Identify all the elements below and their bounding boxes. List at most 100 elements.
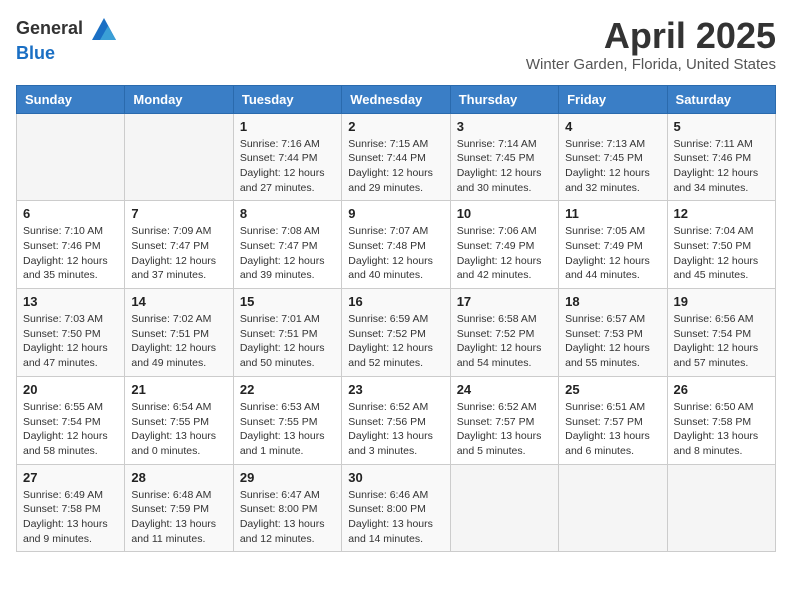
day-info: Sunrise: 6:48 AM Sunset: 7:59 PM Dayligh… [131, 488, 226, 547]
calendar-cell: 12 Sunrise: 7:04 AM Sunset: 7:50 PM Dayli… [667, 201, 775, 289]
day-info: Sunrise: 6:54 AM Sunset: 7:55 PM Dayligh… [131, 400, 226, 459]
day-number: 26 [674, 382, 769, 397]
logo-general: General [16, 16, 118, 44]
day-number: 7 [131, 206, 226, 221]
day-number: 4 [565, 119, 660, 134]
day-number: 24 [457, 382, 552, 397]
week-row-3: 13 Sunrise: 7:03 AM Sunset: 7:50 PM Dayli… [17, 289, 776, 377]
calendar-cell: 10 Sunrise: 7:06 AM Sunset: 7:49 PM Dayli… [450, 201, 558, 289]
day-info: Sunrise: 6:57 AM Sunset: 7:53 PM Dayligh… [565, 312, 660, 371]
day-info: Sunrise: 6:52 AM Sunset: 7:56 PM Dayligh… [348, 400, 443, 459]
day-number: 16 [348, 294, 443, 309]
calendar-cell: 29Sunrise: 6:47 AM Sunset: 8:00 PM Dayli… [233, 464, 341, 552]
calendar-cell: 30 Sunrise: 6:46 AM Sunset: 8:00 PM Dayli… [342, 464, 450, 552]
weekday-header-monday: Monday [125, 85, 233, 113]
calendar-cell [559, 464, 667, 552]
calendar-cell: 14Sunrise: 7:02 AM Sunset: 7:51 PM Dayli… [125, 289, 233, 377]
calendar-cell: 5 Sunrise: 7:11 AM Sunset: 7:46 PM Daylig… [667, 113, 775, 201]
calendar-cell: 13 Sunrise: 7:03 AM Sunset: 7:50 PM Dayli… [17, 289, 125, 377]
weekday-header-sunday: Sunday [17, 85, 125, 113]
calendar-cell: 7 Sunrise: 7:09 AM Sunset: 7:47 PM Daylig… [125, 201, 233, 289]
day-number: 20 [23, 382, 118, 397]
week-row-5: 27 Sunrise: 6:49 AM Sunset: 7:58 PM Dayli… [17, 464, 776, 552]
logo-blue: Blue [16, 44, 118, 64]
week-row-4: 20 Sunrise: 6:55 AM Sunset: 7:54 PM Dayli… [17, 376, 776, 464]
day-number: 10 [457, 206, 552, 221]
day-number: 6 [23, 206, 118, 221]
day-number: 14 [131, 294, 226, 309]
calendar-cell [17, 113, 125, 201]
title-section: April 2025 Winter Garden, Florida, Unite… [526, 16, 776, 73]
week-row-2: 6 Sunrise: 7:10 AM Sunset: 7:46 PM Daylig… [17, 201, 776, 289]
day-info: Sunrise: 7:04 AM Sunset: 7:50 PM Dayligh… [674, 224, 769, 283]
day-info: Sunrise: 7:10 AM Sunset: 7:46 PM Dayligh… [23, 224, 118, 283]
day-number: 28 [131, 470, 226, 485]
day-info: Sunrise: 7:07 AM Sunset: 7:48 PM Dayligh… [348, 224, 443, 283]
calendar-cell: 11Sunrise: 7:05 AM Sunset: 7:49 PM Dayli… [559, 201, 667, 289]
day-info: Sunrise: 6:51 AM Sunset: 7:57 PM Dayligh… [565, 400, 660, 459]
day-number: 27 [23, 470, 118, 485]
day-number: 12 [674, 206, 769, 221]
day-info: Sunrise: 7:16 AM Sunset: 7:44 PM Dayligh… [240, 137, 335, 196]
calendar-cell: 3 Sunrise: 7:14 AM Sunset: 7:45 PM Daylig… [450, 113, 558, 201]
calendar-cell [667, 464, 775, 552]
day-info: Sunrise: 7:01 AM Sunset: 7:51 PM Dayligh… [240, 312, 335, 371]
calendar-cell: 28 Sunrise: 6:48 AM Sunset: 7:59 PM Dayli… [125, 464, 233, 552]
calendar-cell: 4 Sunrise: 7:13 AM Sunset: 7:45 PM Daylig… [559, 113, 667, 201]
calendar-cell: 15 Sunrise: 7:01 AM Sunset: 7:51 PM Dayli… [233, 289, 341, 377]
calendar-cell: 26 Sunrise: 6:50 AM Sunset: 7:58 PM Dayli… [667, 376, 775, 464]
calendar-cell: 17 Sunrise: 6:58 AM Sunset: 7:52 PM Dayli… [450, 289, 558, 377]
day-info: Sunrise: 7:03 AM Sunset: 7:50 PM Dayligh… [23, 312, 118, 371]
day-info: Sunrise: 7:08 AM Sunset: 7:47 PM Dayligh… [240, 224, 335, 283]
day-info: Sunrise: 7:09 AM Sunset: 7:47 PM Dayligh… [131, 224, 226, 283]
calendar-cell: 6 Sunrise: 7:10 AM Sunset: 7:46 PM Daylig… [17, 201, 125, 289]
calendar-cell: 18 Sunrise: 6:57 AM Sunset: 7:53 PM Dayli… [559, 289, 667, 377]
day-info: Sunrise: 7:15 AM Sunset: 7:44 PM Dayligh… [348, 137, 443, 196]
calendar-cell: 2Sunrise: 7:15 AM Sunset: 7:44 PM Daylig… [342, 113, 450, 201]
day-number: 18 [565, 294, 660, 309]
day-number: 15 [240, 294, 335, 309]
calendar-cell: 19 Sunrise: 6:56 AM Sunset: 7:54 PM Dayli… [667, 289, 775, 377]
day-info: Sunrise: 6:55 AM Sunset: 7:54 PM Dayligh… [23, 400, 118, 459]
logo-icon [90, 16, 118, 44]
day-info: Sunrise: 6:46 AM Sunset: 8:00 PM Dayligh… [348, 488, 443, 547]
day-info: Sunrise: 6:50 AM Sunset: 7:58 PM Dayligh… [674, 400, 769, 459]
day-number: 13 [23, 294, 118, 309]
calendar-cell: 1 Sunrise: 7:16 AM Sunset: 7:44 PM Daylig… [233, 113, 341, 201]
calendar-cell: 23 Sunrise: 6:52 AM Sunset: 7:56 PM Dayli… [342, 376, 450, 464]
day-info: Sunrise: 7:13 AM Sunset: 7:45 PM Dayligh… [565, 137, 660, 196]
day-info: Sunrise: 7:06 AM Sunset: 7:49 PM Dayligh… [457, 224, 552, 283]
day-number: 21 [131, 382, 226, 397]
week-row-1: 1 Sunrise: 7:16 AM Sunset: 7:44 PM Daylig… [17, 113, 776, 201]
day-info: Sunrise: 6:47 AM Sunset: 8:00 PM Dayligh… [240, 488, 335, 547]
day-info: Sunrise: 7:11 AM Sunset: 7:46 PM Dayligh… [674, 137, 769, 196]
weekday-header-wednesday: Wednesday [342, 85, 450, 113]
location: Winter Garden, Florida, United States [526, 56, 776, 73]
day-info: Sunrise: 7:14 AM Sunset: 7:45 PM Dayligh… [457, 137, 552, 196]
calendar-cell: 9 Sunrise: 7:07 AM Sunset: 7:48 PM Daylig… [342, 201, 450, 289]
calendar-cell: 16 Sunrise: 6:59 AM Sunset: 7:52 PM Dayli… [342, 289, 450, 377]
weekday-header-friday: Friday [559, 85, 667, 113]
day-number: 9 [348, 206, 443, 221]
calendar-cell: 27 Sunrise: 6:49 AM Sunset: 7:58 PM Dayli… [17, 464, 125, 552]
day-info: Sunrise: 6:58 AM Sunset: 7:52 PM Dayligh… [457, 312, 552, 371]
day-info: Sunrise: 6:49 AM Sunset: 7:58 PM Dayligh… [23, 488, 118, 547]
day-info: Sunrise: 6:59 AM Sunset: 7:52 PM Dayligh… [348, 312, 443, 371]
day-number: 19 [674, 294, 769, 309]
month-title: April 2025 [526, 16, 776, 56]
day-number: 25 [565, 382, 660, 397]
weekday-header-tuesday: Tuesday [233, 85, 341, 113]
day-info: Sunrise: 6:56 AM Sunset: 7:54 PM Dayligh… [674, 312, 769, 371]
calendar-cell [125, 113, 233, 201]
day-number: 23 [348, 382, 443, 397]
day-number: 11 [565, 206, 660, 221]
day-number: 17 [457, 294, 552, 309]
day-number: 5 [674, 119, 769, 134]
calendar-cell: 21 Sunrise: 6:54 AM Sunset: 7:55 PM Dayli… [125, 376, 233, 464]
day-number: 3 [457, 119, 552, 134]
day-number: 30 [348, 470, 443, 485]
calendar-cell: 20 Sunrise: 6:55 AM Sunset: 7:54 PM Dayli… [17, 376, 125, 464]
day-number: 1 [240, 119, 335, 134]
day-number: 8 [240, 206, 335, 221]
logo: General Blue [16, 16, 118, 64]
